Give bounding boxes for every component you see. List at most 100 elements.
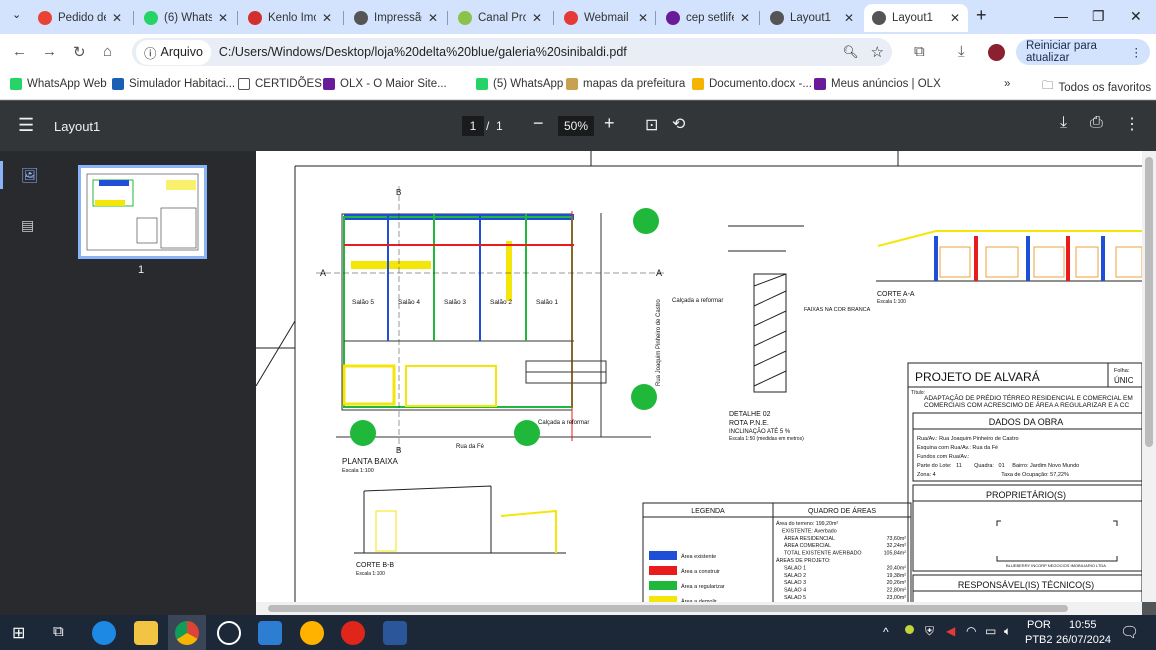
clock-time[interactable]: 10:55 — [1069, 619, 1097, 631]
close-tab-icon[interactable]: ✕ — [844, 11, 854, 25]
horizontal-scroll-thumb[interactable] — [268, 605, 1068, 612]
bookmark-icon — [814, 78, 826, 90]
url-text[interactable]: C:/Users/Windows/Desktop/loja%20delta%20… — [219, 45, 627, 59]
close-tab-icon[interactable]: ✕ — [218, 11, 228, 25]
site-info-chip[interactable]: ⓘ Arquivo — [136, 39, 211, 65]
tray-overflow-icon[interactable]: ^ — [883, 625, 889, 639]
bookmark-item[interactable]: (5) WhatsApp — [476, 78, 563, 90]
tab[interactable]: Pedido de ✕ — [30, 4, 130, 32]
tab[interactable]: Layout1 ✕ — [762, 4, 862, 32]
drawing-text: Salão 2 — [490, 299, 512, 306]
drawing-text: 19,38m² — [887, 573, 907, 579]
word-icon[interactable] — [383, 621, 407, 645]
zoom-icon[interactable]: 🔍︎ — [843, 45, 859, 60]
close-tab-icon[interactable]: ✕ — [532, 11, 542, 25]
taskbar: ⊞ ⧉ ^ ⛨ ◀ ◠ ▭ 🔈︎ POR PTB2 10:55 26/07/20… — [0, 615, 1156, 650]
downloads-icon[interactable]: ⤓ — [958, 43, 965, 60]
close-window-button[interactable]: ✕ — [1130, 8, 1142, 25]
tab[interactable]: Webmail ✕ — [556, 4, 656, 32]
language-indicator[interactable]: POR — [1027, 619, 1051, 631]
drawing-text: 20,40m² — [887, 565, 907, 571]
minimize-button[interactable]: — — [1054, 8, 1068, 24]
tab[interactable]: cep setlife ✕ — [658, 4, 758, 32]
home-button[interactable]: ⌂ — [103, 43, 112, 60]
bookmark-item[interactable]: Meus anúncios | OLX — [814, 78, 941, 90]
close-tab-icon[interactable]: ✕ — [950, 11, 960, 25]
new-tab-button[interactable]: + — [976, 5, 987, 26]
bookmark-star-icon[interactable]: ☆ — [871, 43, 884, 61]
tab[interactable]: Layout1 ✕ — [864, 4, 968, 32]
fit-page-icon[interactable]: ⊡ — [645, 115, 658, 135]
forward-button[interactable]: → — [42, 43, 57, 60]
tray-app-icon[interactable] — [905, 625, 914, 634]
corte-a-a: CORTE A-A Escala 1:100 — [876, 230, 1142, 305]
bookmark-item[interactable]: CERTIDÕES — [238, 78, 322, 90]
tab[interactable]: Impressão✕ — [346, 4, 446, 32]
address-bar[interactable]: ⓘ Arquivo C:/Users/Windows/Desktop/loja%2… — [132, 38, 892, 66]
page-thumbnail[interactable] — [78, 165, 207, 259]
close-tab-icon[interactable]: ✕ — [740, 11, 750, 25]
extensions-icon[interactable]: ⧉ — [914, 43, 925, 60]
drawing-text: 73,60m² — [887, 536, 907, 542]
zoom-input[interactable]: 50% — [558, 116, 594, 136]
restart-update-button[interactable]: Reiniciar para atualizar ⋮ — [1016, 39, 1150, 65]
bookmark-item[interactable]: Documento.docx -... — [692, 78, 812, 90]
tab-favicon-icon — [354, 11, 368, 25]
more-actions-icon[interactable]: ⋮ — [1124, 114, 1140, 134]
sidebar-menu-icon[interactable]: ☰ — [18, 115, 34, 136]
tray-red-icon[interactable]: ◀ — [946, 624, 955, 638]
battery-icon[interactable]: ▭ — [985, 624, 996, 638]
vertical-scroll-thumb[interactable] — [1145, 157, 1153, 447]
tab-search-button[interactable]: ⌄ — [12, 8, 21, 21]
notifications-icon[interactable]: 🗨︎ — [1120, 623, 1139, 641]
edge-icon[interactable] — [92, 621, 116, 645]
browser-icon[interactable] — [300, 621, 324, 645]
reload-button[interactable]: ↻ — [73, 43, 86, 61]
close-tab-icon[interactable]: ✕ — [112, 11, 122, 25]
tab[interactable]: Canal Pro ✕ — [450, 4, 550, 32]
svg-text:DADOS DA OBRA: DADOS DA OBRA — [989, 417, 1064, 427]
all-bookmarks-button[interactable]: 🗀 Todos os favoritos — [1042, 78, 1151, 97]
task-view-icon[interactable]: ⧉ — [53, 623, 64, 640]
thumbnails-icon[interactable]: 🖼︎ — [21, 167, 39, 184]
volume-icon[interactable]: 🔈︎ — [1004, 624, 1011, 639]
wifi-icon[interactable]: ◠ — [966, 624, 976, 638]
start-button[interactable]: ⊞ — [12, 623, 25, 643]
file-explorer-icon[interactable] — [134, 621, 158, 645]
download-icon[interactable]: ⤓ — [1060, 114, 1067, 132]
bookmark-item[interactable]: OLX - O Maior Site... — [323, 78, 447, 90]
outline-icon[interactable]: ▤ — [21, 217, 34, 234]
bookmark-item[interactable]: Simulador Habitaci... — [112, 78, 235, 90]
chrome-icon[interactable] — [175, 621, 199, 645]
drawing-text: 105,84m² — [884, 551, 907, 557]
horizontal-scrollbar[interactable] — [256, 602, 1142, 615]
drawing-text: TOTAL EXISTENTE AVERBADO — [784, 551, 862, 557]
page-number-input[interactable]: 1 — [462, 116, 484, 136]
zoom-in-button[interactable]: + — [604, 113, 615, 134]
tab[interactable]: Kenlo Imob✕ — [240, 4, 340, 32]
bookmark-item[interactable]: mapas da prefeitura — [566, 78, 685, 90]
svg-text:QUADRO DE ÁREAS: QUADRO DE ÁREAS — [808, 506, 876, 515]
zoom-out-button[interactable]: − — [533, 113, 544, 134]
legend-swatch — [649, 566, 677, 575]
drawing-text: SALAO 3 — [784, 580, 806, 586]
tab-favicon-icon — [564, 11, 578, 25]
profile-avatar[interactable] — [988, 44, 1005, 61]
whatsapp-icon[interactable] — [217, 621, 241, 645]
address-toolbar: ← → ↻ ⌂ ⓘ Arquivo C:/Users/Windows/Deskto… — [0, 34, 1156, 70]
print-icon[interactable]: ⎙ — [1090, 114, 1103, 132]
mail-icon[interactable] — [258, 621, 282, 645]
more-bookmarks-button[interactable]: » — [1004, 78, 1010, 90]
bookmark-item[interactable]: WhatsApp Web — [10, 78, 107, 90]
security-icon[interactable]: ⛨ — [925, 624, 934, 639]
restore-button[interactable]: ❐ — [1092, 8, 1105, 25]
close-tab-icon[interactable]: ✕ — [428, 11, 438, 25]
rotate-icon[interactable]: ⟲ — [672, 114, 685, 134]
clock-date[interactable]: 26/07/2024 — [1056, 634, 1111, 646]
tab[interactable]: (6) WhatsApp✕ — [136, 4, 236, 32]
back-button[interactable]: ← — [12, 43, 27, 60]
opera-icon[interactable] — [341, 621, 365, 645]
close-tab-icon[interactable]: ✕ — [322, 11, 332, 25]
close-tab-icon[interactable]: ✕ — [638, 11, 648, 25]
vertical-scrollbar[interactable] — [1142, 151, 1156, 602]
